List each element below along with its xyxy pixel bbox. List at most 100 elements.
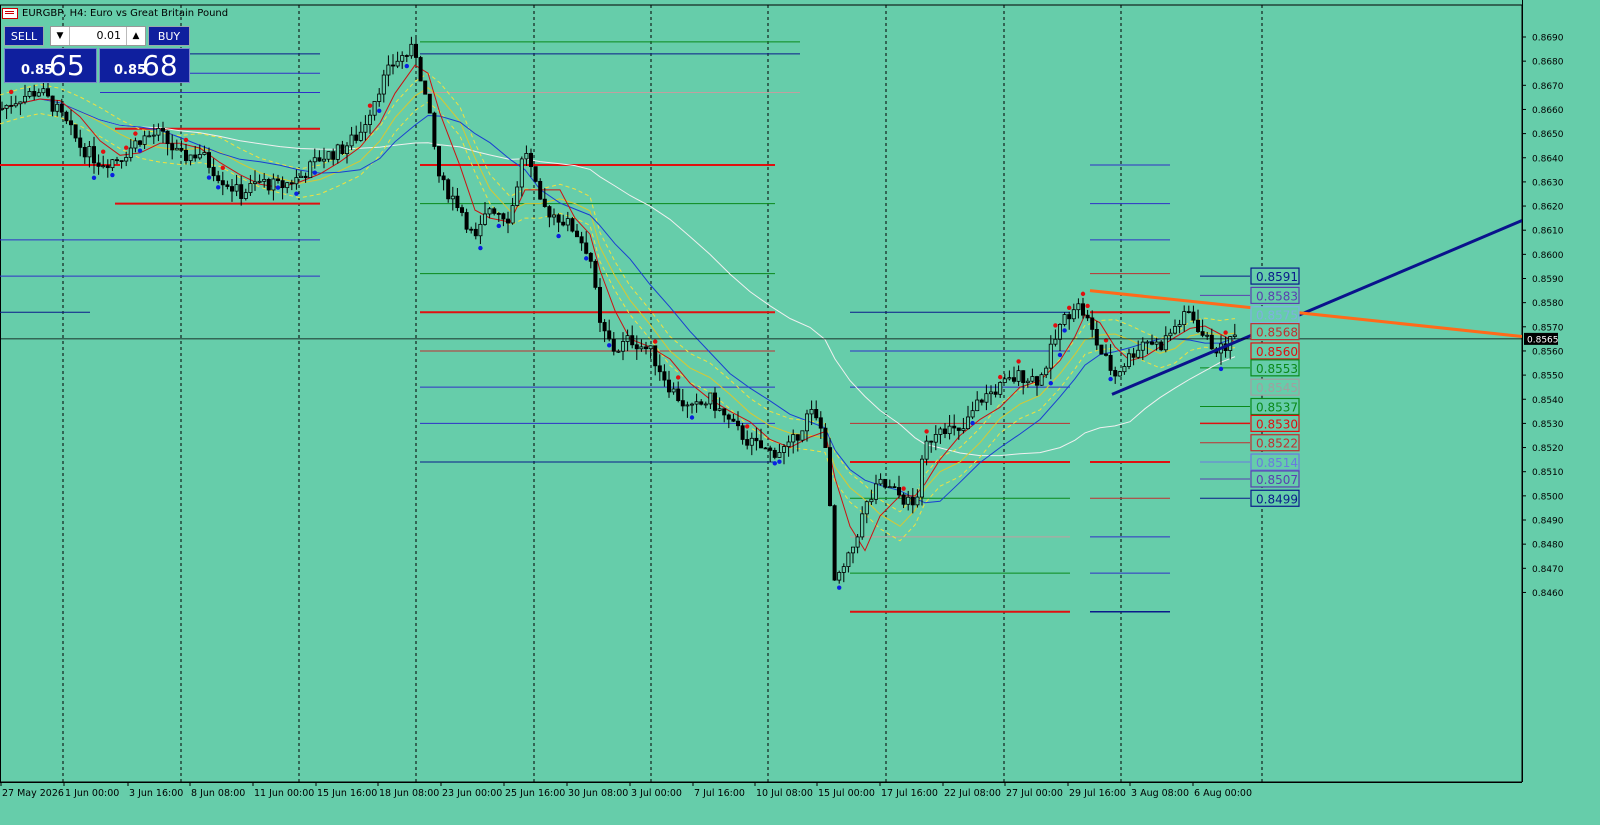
fractal-down-marker — [837, 585, 842, 590]
candle-body — [887, 486, 892, 489]
candle-body — [901, 494, 906, 505]
lot-decrease-icon[interactable]: ▼ — [51, 27, 70, 45]
candle-body — [1117, 371, 1122, 377]
candle-body — [975, 399, 980, 412]
fractal-down-marker — [137, 148, 143, 153]
candle-body — [648, 345, 653, 350]
price-tick-label: 0.8570 — [1532, 323, 1564, 333]
time-tick-label: 3 Jul 00:00 — [631, 788, 682, 799]
buy-button[interactable]: BUY — [148, 26, 190, 46]
chart-menu-icon[interactable] — [2, 8, 18, 19]
fractal-up-marker — [653, 339, 658, 344]
candle-body — [1182, 311, 1187, 326]
candle-body — [1159, 341, 1164, 351]
candle-body — [699, 401, 704, 405]
candle-body — [602, 322, 607, 332]
candle-body — [570, 218, 575, 232]
candle-body — [993, 391, 998, 395]
candle-body — [515, 186, 520, 206]
candle-body — [947, 425, 952, 435]
fractal-down-marker — [1108, 376, 1113, 382]
sell-button[interactable]: SELL — [4, 26, 44, 46]
candle-body — [133, 140, 138, 149]
price-tick-label: 0.8460 — [1532, 589, 1564, 599]
candle-body — [818, 417, 823, 429]
candle-body — [906, 496, 911, 505]
candle-body — [1039, 374, 1044, 386]
lot-increase-icon[interactable]: ▲ — [126, 27, 145, 45]
candle-body — [1104, 353, 1109, 356]
ascending-trendline[interactable] — [1111, 219, 1523, 396]
candle-body — [722, 408, 727, 416]
chart-canvas[interactable]: 0.8591 0.8583 0.8575 0.8568 0.8560 0.8553 0.85… — [0, 0, 1600, 821]
fractal-down-marker — [294, 191, 299, 196]
candle-body — [1122, 366, 1127, 373]
candle-body — [101, 165, 106, 168]
fractal-down-marker — [91, 175, 97, 180]
candle-body — [432, 112, 437, 147]
candle-body — [667, 379, 672, 393]
candle-body — [1113, 370, 1118, 377]
candle-body — [1163, 335, 1168, 351]
fractal-down-marker — [110, 172, 115, 178]
candle-body — [280, 180, 285, 189]
time-tick-label: 11 Jun 00:00 — [254, 788, 314, 799]
candle-body — [662, 371, 667, 381]
buy-price-card[interactable]: 0.85 68 — [99, 48, 190, 83]
candle-body — [634, 344, 639, 350]
candle-body — [1191, 311, 1196, 321]
level-label: 0.8560 — [1256, 345, 1298, 359]
candle-body — [805, 413, 810, 432]
candle-body — [611, 338, 616, 352]
fractal-down-marker — [1057, 352, 1063, 358]
candle-body — [441, 175, 446, 181]
candle-body — [529, 153, 534, 168]
candle-body — [1131, 353, 1136, 358]
candlestick-chart[interactable]: 0.8591 0.8583 0.8575 0.8568 0.8560 0.8553 0.85… — [0, 0, 1600, 821]
fractal-up-marker — [1085, 303, 1090, 309]
candle-body — [1081, 303, 1086, 316]
candle-body — [206, 152, 211, 168]
candle-body — [510, 205, 515, 224]
descending-trendline[interactable] — [1089, 289, 1523, 338]
price-tick-label: 0.8620 — [1532, 203, 1564, 213]
chart-title: EURGBP, H4: Euro vs Great Britain Pound — [2, 8, 228, 19]
candle-body — [13, 103, 18, 107]
fractal-up-marker — [998, 374, 1003, 380]
lot-size-input[interactable]: 0.01 — [71, 27, 125, 45]
lot-size-stepper[interactable]: ▼ 0.01 ▲ — [50, 26, 146, 46]
candle-body — [482, 213, 487, 225]
candle-body — [455, 195, 460, 209]
sell-price-card[interactable]: 0.85 65 — [4, 48, 97, 83]
symbol-title: EURGBP, H4: Euro vs Great Britain Pound — [22, 8, 229, 19]
price-tick-label: 0.8690 — [1532, 34, 1564, 44]
candle-body — [869, 498, 874, 503]
time-tick-label: 15 Jul 00:00 — [818, 788, 875, 799]
candle-body — [128, 147, 133, 158]
level-label: 0.8545 — [1256, 381, 1298, 395]
candle-body — [1173, 326, 1178, 334]
price-tick-label: 0.8640 — [1532, 154, 1564, 164]
candle-body — [308, 161, 313, 179]
candle-body — [137, 140, 142, 145]
candle-body — [110, 159, 115, 169]
candle-body — [487, 208, 492, 215]
fractal-up-marker — [676, 375, 681, 380]
candle-body — [473, 228, 478, 237]
candle-body — [593, 260, 598, 288]
candle-body — [952, 425, 957, 429]
candle-body — [220, 180, 225, 186]
candle-body — [772, 449, 777, 458]
candle-body — [1007, 377, 1012, 380]
candle-body — [630, 335, 635, 346]
candle-body — [41, 88, 46, 94]
fractal-down-marker — [970, 420, 975, 426]
price-tick-label: 0.8550 — [1532, 372, 1564, 382]
price-tick-label: 0.8630 — [1532, 178, 1564, 188]
candle-body — [436, 146, 441, 177]
candle-body — [96, 162, 101, 167]
candle-body — [124, 157, 129, 162]
candle-body — [312, 157, 317, 163]
candle-body — [1085, 314, 1090, 319]
envelope-lower-line — [0, 101, 1236, 542]
